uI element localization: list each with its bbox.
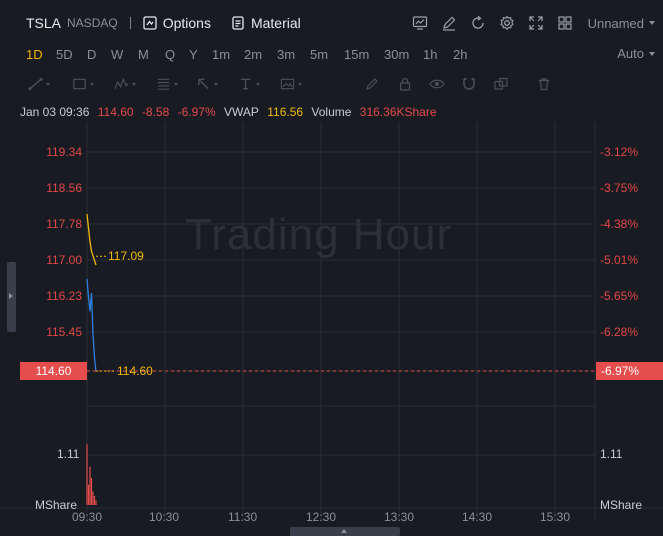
vwap-line-label: 117.09 [108,249,144,263]
pct-axis-right-tick: -5.01% [600,253,639,267]
time-axis-tick: 12:30 [306,510,337,524]
current-pct-tag: -6.97% [596,362,663,380]
vwap-series-line [86,214,97,266]
time-axis-tick: 13:30 [384,510,415,524]
volume-bar [92,491,94,505]
bottom-panel-toggle[interactable] [290,527,400,536]
price-axis-left-tick: 115.45 [46,325,82,339]
volume-axis-left-value: 1.11 [57,447,80,461]
volume-bar [90,478,93,505]
price-axis-left-tick: 117.00 [46,253,82,267]
price-line-label: 114.60 [117,364,153,378]
volume-bar [87,484,90,505]
time-axis-tick: 11:30 [228,510,258,524]
price-axis-left-tick: 117.78 [46,217,82,231]
volume-axis-left-unit: MShare [35,498,78,512]
volume-axis-right-unit: MShare [600,498,643,512]
side-panel-toggle[interactable] [7,262,16,332]
volume-bar [86,444,88,505]
current-price-tag: 114.60 [20,362,87,380]
price-chart[interactable] [0,0,663,536]
price-axis-left-tick: 118.56 [46,181,82,195]
volume-bar [89,466,91,505]
volume-bar [93,496,96,505]
price-axis-left-tick: 119.34 [46,145,82,159]
volume-axis-right-value: 1.11 [600,447,623,461]
price-series-line [86,278,97,372]
volume-bar [95,500,97,505]
pct-axis-right-tick: -3.12% [600,145,639,159]
pct-axis-right-tick: -4.38% [600,217,639,231]
price-axis-left-tick: 116.23 [46,289,82,303]
watermark-text: Trading Hour [185,210,453,259]
pct-axis-right-tick: -3.75% [600,181,639,195]
time-axis-tick: 15:30 [540,510,571,524]
time-axis-tick: 14:30 [462,510,493,524]
time-axis-tick: 10:30 [149,510,180,524]
pct-axis-right-tick: -6.28% [600,325,639,339]
pct-axis-right-tick: -5.65% [600,289,639,303]
time-axis-tick: 09:30 [72,510,103,524]
